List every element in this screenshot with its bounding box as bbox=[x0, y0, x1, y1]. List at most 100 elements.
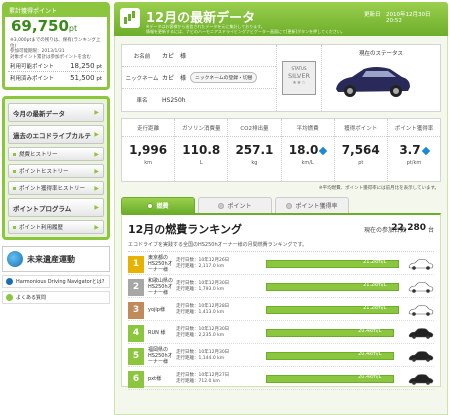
stat-cell: 獲得ポイント 7,564 pt bbox=[334, 119, 388, 181]
fuel-bar-value: 21.2km/L bbox=[363, 305, 387, 311]
sidebar-item-latest-data[interactable]: 今月の最新データ ▶ bbox=[8, 103, 104, 122]
sidebar-item-label: ポイント獲得率ヒストリー bbox=[19, 186, 86, 192]
sidebar-item-point-program[interactable]: ポイントプログラム ▶ bbox=[8, 198, 104, 217]
stat-unit: km bbox=[144, 160, 152, 166]
ranking-row: 1 東京都の HS250hオーナー様 走行日数：10年12月26日 走行距離：2,11… bbox=[128, 254, 434, 275]
fuel-bar: 21.2km/L bbox=[266, 259, 404, 268]
points-box: 累計獲得ポイント 69,750pt ※3,000ptまでの残りは、保有(ランキン… bbox=[2, 2, 110, 90]
points-header: 累計獲得ポイント bbox=[5, 5, 107, 17]
rank-name: yojip様 bbox=[148, 307, 165, 313]
update-date-value: 2010年12月30日 20:52 bbox=[386, 12, 437, 24]
sidebar-item-label: 今月の最新データ bbox=[13, 109, 65, 118]
rank-info: 走行日数：10年12月30日 走行距離：1,144.0 km bbox=[176, 350, 266, 362]
ranking-panel: 12月の燃費ランキング 現在の参加台数 22,280 台 エコドライブを実践する… bbox=[121, 213, 441, 390]
fuel-bar-value: 21.2km/L bbox=[363, 259, 387, 265]
ranking-row: 2 和歌山県の HS250hオーナー様 走行日数：10年12月30日 走行距離：1,7… bbox=[128, 277, 434, 298]
sidebar-item-label: ポイント利用履歴 bbox=[19, 225, 64, 231]
stat-value-row: 18.0 bbox=[282, 137, 334, 157]
stat-value-row: 110.8 bbox=[175, 137, 227, 157]
stat-label: ガソリン消費量 bbox=[175, 119, 228, 137]
car-icon bbox=[408, 259, 434, 270]
stat-value-row: 1,996 bbox=[122, 137, 174, 157]
update-date-label: 更新日 bbox=[364, 12, 381, 18]
ranking-description: エコドライブを実践する全国のHS250hオーナー様の月間燃費ランキングです。 bbox=[128, 241, 434, 252]
sidebar-item-point-history[interactable]: ポイントヒストリー ▶ bbox=[8, 164, 104, 178]
used-points-label: 利用済みポイント bbox=[10, 76, 55, 82]
status-badge: STATUS SILVER ★★☆ bbox=[282, 61, 316, 95]
bullet-icon bbox=[13, 169, 16, 173]
sidebar-item-point-usage[interactable]: ポイント利用履歴 ▶ bbox=[8, 220, 104, 234]
car-icon bbox=[408, 374, 434, 385]
points-total-value: 69,750 bbox=[11, 17, 69, 35]
fuel-bar-value: 21.2km/L bbox=[363, 282, 387, 288]
nickname-register-button[interactable]: ニックネームの登録・切替 bbox=[190, 72, 258, 83]
stat-value: 257.1 bbox=[235, 143, 274, 157]
car-icon bbox=[408, 351, 434, 362]
stat-label: 平均燃費 bbox=[281, 119, 334, 137]
stat-label: ポイント獲得率 bbox=[387, 119, 441, 137]
used-points-row: 利用済みポイント 51,500 pt bbox=[8, 71, 104, 84]
main-panel: 12月の最新データ 更新日 2010年12月30日 20:52 ※データはお客様… bbox=[114, 2, 448, 415]
sidebar-item-fuel-history[interactable]: 燃費ヒストリー ▶ bbox=[8, 147, 104, 161]
trend-arrow-icon bbox=[421, 146, 430, 155]
rank-name: pxt様 bbox=[148, 376, 162, 382]
chevron-right-icon: ▶ bbox=[94, 109, 99, 116]
fuel-bar: 21.2km/L bbox=[266, 305, 404, 314]
about-navigator-link[interactable]: Harmonious Driving Navigatorとは? bbox=[2, 275, 110, 288]
badge-stars: ★★☆ bbox=[292, 80, 306, 86]
name-value: カピ 様 bbox=[162, 53, 187, 60]
page-header: 12月の最新データ 更新日 2010年12月30日 20:52 ※データはお客様… bbox=[114, 2, 448, 36]
bullet-icon bbox=[13, 186, 16, 190]
rank-distance: 走行距離：1,793.0 km bbox=[176, 287, 225, 292]
faq-link[interactable]: よくある質問 bbox=[2, 291, 110, 304]
fuel-bar: 21.2km/L bbox=[266, 282, 404, 291]
question-icon bbox=[6, 294, 13, 301]
stat-cell: 平均燃費 18.0 km/L bbox=[281, 119, 335, 181]
used-points-value: 51,500 bbox=[70, 74, 95, 82]
rank-number: 5 bbox=[128, 347, 144, 365]
stat-value-row: 257.1 bbox=[228, 137, 280, 157]
tab-fuel[interactable]: 燃費 bbox=[121, 197, 195, 213]
sidebar-item-point-rate-history[interactable]: ポイント獲得率ヒストリー ▶ bbox=[8, 181, 104, 195]
info-icon bbox=[6, 278, 13, 285]
rank-distance: 走行距離：712.0 km bbox=[176, 379, 220, 384]
ranking-row: 5 福岡県の HS250hオーナー様 走行日数：10年12月30日 走行距離：1,14… bbox=[128, 346, 434, 367]
rank-number: 6 bbox=[128, 370, 144, 388]
rank-name: RUN 様 bbox=[148, 330, 166, 336]
mirai-isan-banner[interactable]: 未来遺産運動 bbox=[2, 246, 110, 272]
points-icon bbox=[218, 202, 225, 209]
car-row: 車名 HS250h bbox=[122, 89, 276, 111]
rank-distance: 走行距離：2,117.0 km bbox=[176, 264, 225, 269]
rank-name: 和歌山県の HS250hオーナー様 bbox=[148, 278, 174, 296]
stat-cell: ポイント獲得率 3.7 pt/km bbox=[387, 119, 441, 181]
fuel-bar: 20.4km/L bbox=[266, 351, 404, 360]
car-icon bbox=[408, 328, 434, 339]
stat-cell: 走行距離 1,996 km bbox=[122, 119, 176, 181]
rank-info: 走行日数：10年12月28日 走行距離：1,413.0 km bbox=[176, 304, 266, 316]
nickname-value: カピ 様 bbox=[162, 75, 187, 82]
stat-unit: kg bbox=[251, 160, 258, 166]
car-label: 車名 bbox=[136, 98, 148, 104]
stat-cell: CO2排出量 257.1 kg bbox=[228, 119, 282, 181]
car-icon bbox=[408, 282, 434, 293]
usable-points-label: 利用可能ポイント bbox=[10, 64, 55, 70]
fuel-icon bbox=[147, 202, 154, 209]
earth-logo-icon bbox=[7, 251, 23, 267]
ranking-row: 6 pxt様 走行日数：10年12月27日 走行距離：712.0 km 20.4km/L bbox=[128, 369, 434, 390]
tab-point-rate[interactable]: ポイント獲得率 bbox=[275, 197, 349, 213]
tab-label: ポイント獲得率 bbox=[295, 203, 338, 210]
chevron-right-icon: ▶ bbox=[94, 167, 99, 175]
profile-panel: お名前 カピ 様 ニックネーム カピ 様ニックネームの登録・切替 車名 HS25… bbox=[121, 44, 441, 112]
status-badge-cell: STATUS SILVER ★★☆ bbox=[276, 45, 322, 111]
stat-value: 1,996 bbox=[129, 143, 168, 157]
stat-value: 7,564 bbox=[341, 143, 380, 157]
rank-distance: 走行距離：1,413.0 km bbox=[176, 310, 225, 315]
stat-label: 走行距離 bbox=[122, 119, 175, 137]
rank-distance: 走行距離：1,144.0 km bbox=[176, 356, 225, 361]
sidebar-item-past-karte[interactable]: 過去のエコドライブカルテ ▶ bbox=[8, 125, 104, 144]
tab-points[interactable]: ポイント bbox=[198, 197, 272, 213]
rank-number: 1 bbox=[128, 255, 144, 273]
car-value: HS250h bbox=[162, 96, 186, 104]
content-area: お名前 カピ 様 ニックネーム カピ 様ニックネームの登録・切替 車名 HS25… bbox=[114, 36, 448, 415]
usable-points-unit: pt bbox=[96, 64, 102, 70]
